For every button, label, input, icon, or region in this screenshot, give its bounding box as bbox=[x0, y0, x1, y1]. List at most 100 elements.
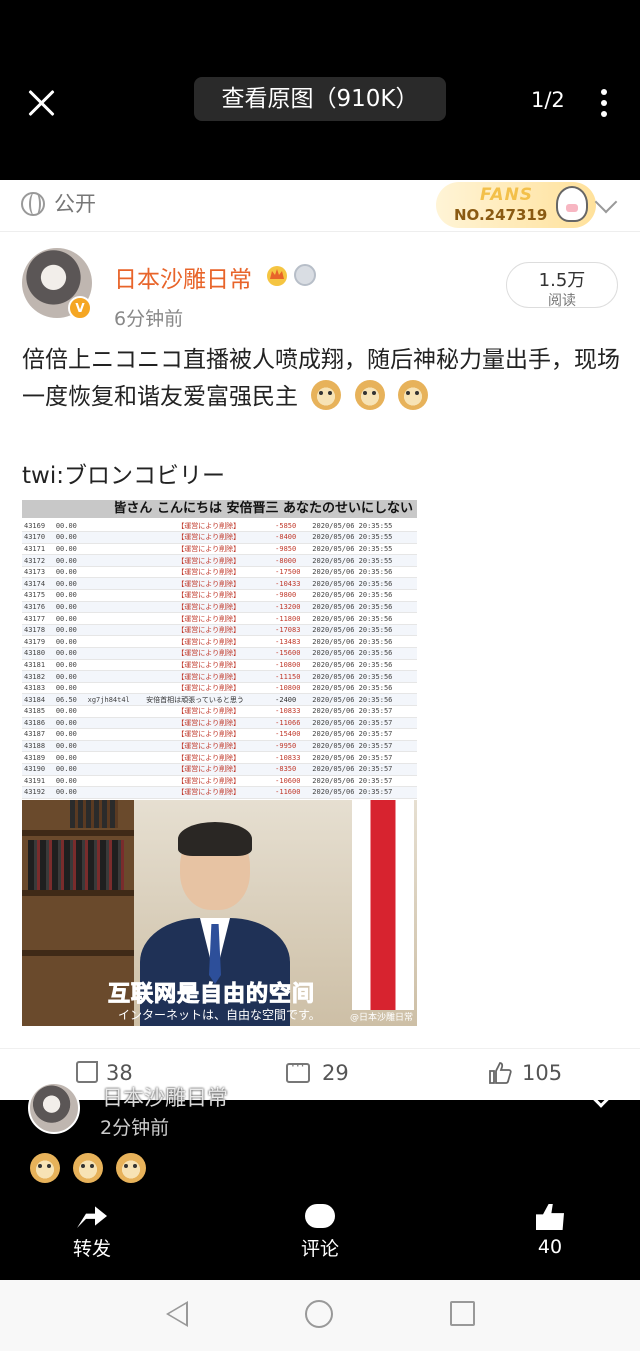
row-time: 00.00 bbox=[53, 717, 86, 730]
row-time: 00.00 bbox=[53, 740, 86, 753]
row-timestamp: 2020/05/06 20:35:57 bbox=[310, 740, 417, 753]
row-timestamp: 2020/05/06 20:35:55 bbox=[310, 554, 417, 567]
read-label: 阅读 bbox=[548, 293, 576, 309]
row-user bbox=[85, 682, 145, 695]
row-message: 【運営により削除】 bbox=[144, 543, 274, 556]
row-id: 43186 bbox=[22, 717, 54, 730]
table-row: 43183 00.00 【運営により削除】 -10800 2020/05/06 20:3… bbox=[22, 682, 417, 695]
row-user bbox=[85, 728, 145, 741]
row-amount: -11600 bbox=[273, 786, 311, 799]
mascot-icon bbox=[556, 186, 588, 222]
row-message: 【運営により削除】 bbox=[144, 624, 274, 637]
row-time: 00.00 bbox=[53, 763, 86, 776]
table-row: 43169 00.00 【運営により削除】 -5850 2020/05/06 20:35… bbox=[22, 520, 417, 533]
row-user bbox=[85, 659, 145, 672]
like-bottom-button[interactable]: 40 bbox=[524, 1204, 576, 1258]
table-row: 43184 06.50 xg7jh84t4l 安倍首相は頑張っていると思う -2400 2… bbox=[22, 693, 417, 706]
row-user bbox=[85, 705, 145, 718]
overlay-post-time: 2分钟前 bbox=[100, 1117, 170, 1139]
fans-badge-number: NO.247319 bbox=[454, 206, 548, 224]
table-row: 43178 00.00 【運営により削除】 -17083 2020/05/06 20:3… bbox=[22, 624, 417, 637]
row-amount: -10800 bbox=[273, 659, 311, 672]
row-timestamp: 2020/05/06 20:35:56 bbox=[310, 635, 417, 649]
row-user bbox=[85, 566, 145, 579]
comment-icon bbox=[286, 1059, 310, 1083]
row-timestamp: 2020/05/06 20:35:57 bbox=[310, 717, 417, 730]
comment-bottom-button[interactable]: 评论 bbox=[294, 1204, 346, 1261]
row-id: 43187 bbox=[22, 728, 54, 741]
row-timestamp: 2020/05/06 20:35:57 bbox=[310, 751, 417, 764]
comment-log-table: 43169 00.00 【運営により削除】 -5850 2020/05/06 20:35… bbox=[22, 520, 417, 799]
table-row: 43190 00.00 【運営により削除】 -8350 2020/05/06 20:35… bbox=[22, 763, 417, 776]
table-row: 43188 00.00 【運営により削除】 -9950 2020/05/06 20:35… bbox=[22, 740, 417, 753]
row-time: 00.00 bbox=[53, 589, 86, 602]
table-row: 43191 00.00 【運営により削除】 -10600 2020/05/06 20:3… bbox=[22, 775, 417, 788]
more-options-icon[interactable] bbox=[596, 89, 612, 119]
row-message: 【運営により削除】 bbox=[144, 554, 274, 567]
comment-button[interactable]: 29 bbox=[286, 1059, 349, 1085]
row-amount: -9850 bbox=[273, 543, 311, 556]
doge-emoji-icon bbox=[397, 380, 428, 410]
row-time: 00.00 bbox=[53, 601, 86, 614]
row-timestamp: 2020/05/06 20:35:56 bbox=[310, 589, 417, 602]
table-row: 43174 00.00 【運営により削除】 -10433 2020/05/06 20:3… bbox=[22, 577, 417, 591]
row-time: 00.00 bbox=[53, 520, 86, 533]
read-count-pill: 1.5万 阅读 bbox=[506, 262, 618, 309]
view-original-button[interactable]: 查看原图（910K） bbox=[194, 77, 446, 121]
row-timestamp: 2020/05/06 20:35:55 bbox=[310, 543, 417, 556]
post-image[interactable]: 皆さん こんにちは 安倍晋三 あなたのせいにしない 43169 00.00 【運営に… bbox=[22, 500, 417, 1026]
repost-button[interactable]: 转发 bbox=[66, 1204, 118, 1261]
row-user bbox=[85, 589, 145, 602]
row-id: 43175 bbox=[22, 589, 54, 602]
author-avatar[interactable]: V bbox=[22, 248, 92, 320]
recent-apps-icon[interactable] bbox=[450, 1301, 475, 1326]
row-timestamp: 2020/05/06 20:35:57 bbox=[310, 763, 417, 776]
chevron-down-icon[interactable] bbox=[594, 190, 618, 214]
share-icon bbox=[76, 1061, 98, 1083]
back-icon[interactable] bbox=[166, 1301, 188, 1327]
table-row: 43182 00.00 【運営により削除】 -11150 2020/05/06 20:3… bbox=[22, 670, 417, 683]
row-id: 43173 bbox=[22, 566, 54, 579]
row-id: 43174 bbox=[22, 577, 54, 591]
row-message: 【運営により削除】 bbox=[144, 705, 274, 718]
row-user bbox=[85, 786, 145, 799]
row-timestamp: 2020/05/06 20:35:55 bbox=[310, 531, 417, 544]
fans-badge[interactable]: FANS NO.247319 bbox=[436, 182, 596, 228]
row-amount: -15400 bbox=[273, 728, 311, 741]
row-amount: -13483 bbox=[273, 635, 311, 649]
row-time: 00.00 bbox=[53, 751, 86, 764]
visibility-label: 公开 bbox=[54, 192, 96, 216]
row-id: 43190 bbox=[22, 763, 54, 776]
row-amount: -10833 bbox=[273, 751, 311, 764]
row-amount: -10833 bbox=[273, 705, 311, 718]
row-timestamp: 2020/05/06 20:35:56 bbox=[310, 670, 417, 683]
post-time: 6分钟前 bbox=[114, 308, 184, 330]
row-message: 【運営により削除】 bbox=[144, 589, 274, 602]
thumbs-up-icon bbox=[489, 1062, 512, 1084]
crown-icon bbox=[267, 266, 287, 286]
post-actions: 38 29 105 bbox=[0, 1048, 640, 1100]
row-message: 【運営により削除】 bbox=[144, 647, 274, 660]
row-time: 00.00 bbox=[53, 554, 86, 567]
repost-label: 转发 bbox=[72, 1238, 111, 1260]
row-id: 43182 bbox=[22, 670, 54, 683]
row-user bbox=[85, 531, 145, 544]
row-message: 【運営により削除】 bbox=[144, 635, 274, 649]
home-icon[interactable] bbox=[305, 1300, 333, 1328]
comment-count: 29 bbox=[322, 1061, 349, 1085]
row-message: 【運営により削除】 bbox=[144, 740, 274, 753]
close-icon[interactable] bbox=[24, 86, 58, 120]
caption-japanese: インターネットは、自由な空間です。 bbox=[118, 1008, 321, 1022]
medal-icon bbox=[294, 264, 316, 286]
avatar[interactable] bbox=[28, 1082, 80, 1134]
row-id: 43171 bbox=[22, 543, 54, 556]
row-timestamp: 2020/05/06 20:35:56 bbox=[310, 624, 417, 637]
author-name[interactable]: 日本沙雕日常 bbox=[114, 260, 252, 294]
like-button[interactable]: 105 bbox=[488, 1061, 562, 1085]
row-id: 43176 bbox=[22, 601, 54, 614]
row-id: 43181 bbox=[22, 659, 54, 672]
row-time: 00.00 bbox=[53, 775, 86, 788]
row-time: 00.00 bbox=[53, 682, 86, 695]
row-timestamp: 2020/05/06 20:35:56 bbox=[310, 577, 417, 591]
row-user bbox=[85, 763, 145, 776]
